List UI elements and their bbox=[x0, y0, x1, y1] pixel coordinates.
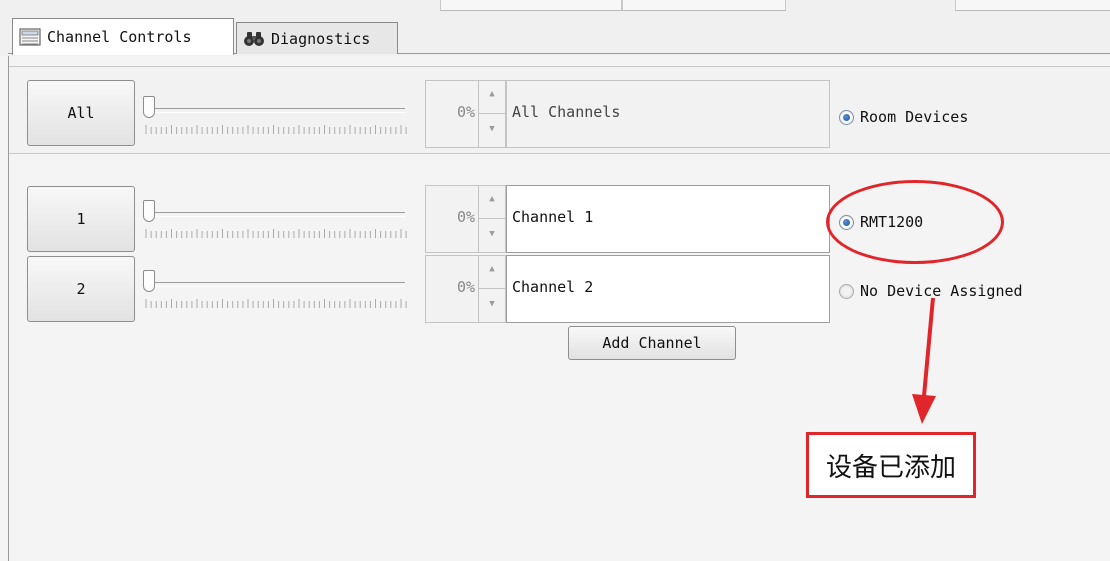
slider-track bbox=[143, 108, 405, 113]
slider-track bbox=[143, 212, 405, 217]
percent-value: 0% bbox=[456, 103, 475, 121]
channel-2-button[interactable]: 2 bbox=[27, 256, 135, 322]
channel-2-level-slider[interactable] bbox=[143, 264, 413, 314]
spin-down-arrow-icon[interactable]: ▼ bbox=[479, 114, 505, 147]
add-channel-button[interactable]: Add Channel bbox=[568, 326, 736, 360]
channel-1-percent-spinbox[interactable]: 0% ▲ ▼ bbox=[425, 185, 506, 253]
channel-1-name: Channel 1 bbox=[512, 208, 594, 226]
all-button-label: All bbox=[67, 104, 95, 122]
spin-buttons: ▲ ▼ bbox=[478, 186, 505, 252]
spin-down-arrow-icon[interactable]: ▼ bbox=[479, 219, 505, 252]
spin-buttons: ▲ ▼ bbox=[478, 81, 505, 147]
channel-2-percent-spinbox[interactable]: 0% ▲ ▼ bbox=[425, 255, 506, 323]
binoculars-icon bbox=[243, 30, 265, 48]
tab-label: Diagnostics bbox=[271, 29, 371, 48]
toolbar-segment bbox=[955, 0, 1110, 11]
channel-1-button-label: 1 bbox=[76, 210, 86, 228]
all-channels-name: All Channels bbox=[512, 103, 621, 121]
all-channels-name-field: All Channels bbox=[506, 80, 830, 148]
radio-selected-icon bbox=[839, 109, 854, 125]
spin-up-arrow-icon[interactable]: ▲ bbox=[479, 186, 505, 219]
all-percent-spinbox[interactable]: 0% ▲ ▼ bbox=[425, 80, 506, 148]
all-level-slider[interactable] bbox=[143, 90, 413, 140]
highlight-ellipse bbox=[826, 180, 1004, 264]
channel-1-level-slider[interactable] bbox=[143, 194, 413, 244]
slider-thumb[interactable] bbox=[143, 96, 155, 118]
room-devices-radio[interactable]: Room Devices bbox=[839, 108, 968, 126]
channel-1-button[interactable]: 1 bbox=[27, 186, 135, 252]
annotation-callout: 设备已添加 bbox=[806, 432, 976, 498]
channel-2-name-field[interactable]: Channel 2 bbox=[506, 255, 830, 323]
slider-thumb[interactable] bbox=[143, 200, 155, 222]
annotation-arrow-icon bbox=[912, 297, 936, 424]
slider-ticks bbox=[145, 229, 407, 238]
slider-ticks bbox=[145, 125, 407, 134]
spin-buttons: ▲ ▼ bbox=[478, 256, 505, 322]
slider-track bbox=[143, 282, 405, 287]
toolbar-segment bbox=[622, 0, 786, 11]
channel-2-name: Channel 2 bbox=[512, 278, 594, 296]
percent-value: 0% bbox=[456, 208, 475, 226]
spin-up-arrow-icon[interactable]: ▲ bbox=[479, 81, 505, 114]
percent-value: 0% bbox=[456, 278, 475, 296]
annotation-text: 设备已添加 bbox=[825, 452, 956, 483]
panel-icon bbox=[19, 28, 41, 46]
add-channel-label: Add Channel bbox=[602, 334, 702, 352]
top-toolbar-strip bbox=[0, 0, 1110, 12]
tab-bar: Channel Controls Diagnostics bbox=[0, 12, 1110, 56]
channel-1-name-field[interactable]: Channel 1 bbox=[506, 185, 830, 253]
radio-unselected-icon bbox=[839, 283, 854, 299]
room-devices-label: Room Devices bbox=[860, 108, 969, 126]
spin-down-arrow-icon[interactable]: ▼ bbox=[479, 289, 505, 322]
toolbar-segment bbox=[440, 0, 622, 11]
tab-label: Channel Controls bbox=[47, 28, 192, 46]
channel-2-button-label: 2 bbox=[76, 280, 86, 298]
slider-ticks bbox=[145, 299, 407, 308]
tab-channel-controls[interactable]: Channel Controls bbox=[12, 18, 234, 55]
tab-diagnostics[interactable]: Diagnostics bbox=[236, 22, 398, 54]
spin-up-arrow-icon[interactable]: ▲ bbox=[479, 256, 505, 289]
all-button[interactable]: All bbox=[27, 80, 135, 146]
slider-thumb[interactable] bbox=[143, 270, 155, 292]
